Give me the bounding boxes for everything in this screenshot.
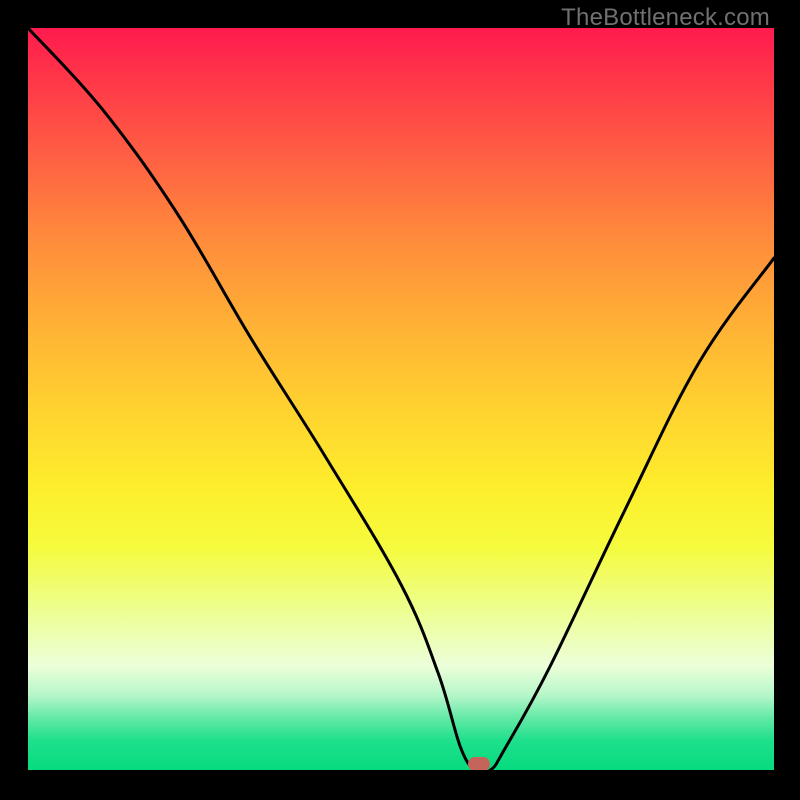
watermark-text: TheBottleneck.com xyxy=(561,4,770,32)
chart-frame: TheBottleneck.com xyxy=(0,0,800,800)
bottleneck-curve xyxy=(28,28,774,770)
plot-area xyxy=(28,28,774,770)
minimum-marker-icon xyxy=(468,757,490,770)
